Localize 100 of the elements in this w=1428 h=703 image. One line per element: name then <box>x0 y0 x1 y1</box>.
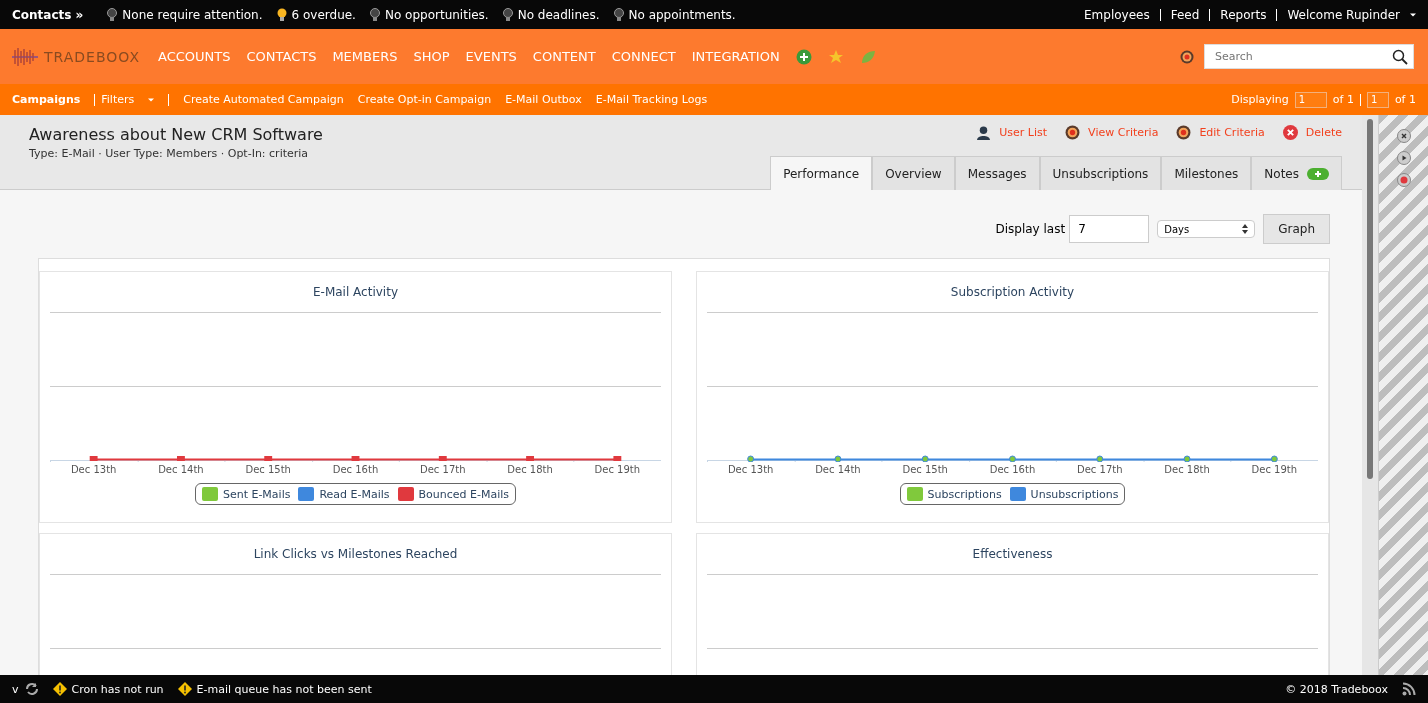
nav-link[interactable]: EVENTS <box>465 49 517 64</box>
scrollbar-thumb[interactable] <box>1367 119 1373 479</box>
legend-label: Subscriptions <box>927 487 1002 501</box>
subnav-link[interactable]: Filters <box>101 93 135 106</box>
axis-label: Dec 16th <box>331 464 380 475</box>
data-point <box>264 456 273 461</box>
status-text: E-mail queue has not been sent <box>196 682 372 696</box>
page-count: of 1 <box>1394 93 1416 106</box>
bulb-icon <box>107 7 118 22</box>
alert-text: No appointments. <box>628 7 736 22</box>
nav-link[interactable]: CONTACTS <box>246 49 317 64</box>
unit-select[interactable]: Days <box>1157 220 1256 238</box>
campaign-meta: Type: E-Mail · User Type: Members · Opt-In: criteria <box>29 147 310 160</box>
page-field[interactable]: 1 <box>1294 91 1327 108</box>
user-menu[interactable]: Welcome Rupinder <box>1287 7 1400 22</box>
bulb-icon <box>613 7 624 22</box>
top-link[interactable]: Feed <box>1170 7 1200 22</box>
bulb-icon <box>369 7 380 22</box>
data-point <box>351 456 360 461</box>
axis-label: Dec 18th <box>506 464 554 475</box>
nav-link[interactable]: SHOP <box>413 49 450 64</box>
target-icon[interactable] <box>1180 49 1194 64</box>
action-link[interactable]: User List <box>976 125 1048 140</box>
nav-link[interactable]: ACCOUNTS <box>158 49 231 64</box>
add-icon[interactable] <box>795 48 812 65</box>
logo-text: TRADEBOOX <box>44 48 140 65</box>
campaign-title: Awareness about New CRM Software <box>29 125 324 144</box>
subnav-link[interactable]: Create Automated Campaign <box>183 93 344 106</box>
target-icon <box>1065 125 1081 140</box>
alert-text: No deadlines. <box>517 7 600 22</box>
nav-link[interactable]: INTEGRATION <box>691 49 780 64</box>
nav-link[interactable]: CONTENT <box>532 49 596 64</box>
alert-text: None require attention. <box>122 7 263 22</box>
play-icon[interactable] <box>1396 151 1411 165</box>
axis-label: Dec 14th <box>157 464 205 475</box>
search-field[interactable]: Search <box>1204 44 1414 69</box>
data-point <box>834 455 842 462</box>
axis-label: Dec 13th <box>69 464 118 475</box>
data-point <box>1270 455 1278 462</box>
display-last-label: Display last <box>995 222 1066 236</box>
bulb-icon <box>276 7 287 22</box>
chart-title: Subscription Activity <box>949 284 1076 301</box>
data-point <box>613 456 622 461</box>
legend-label: Sent E-Mails <box>222 487 291 501</box>
add-icon <box>1307 168 1329 180</box>
data-point <box>921 455 929 462</box>
subnav-link[interactable]: Campaigns <box>12 93 81 106</box>
data-point <box>89 456 98 461</box>
tab[interactable]: Notes <box>1251 156 1342 190</box>
tab[interactable]: Unsubscriptions <box>1039 156 1162 190</box>
subnav-link[interactable]: E-Mail Tracking Logs <box>595 93 708 106</box>
page-field[interactable]: 1 <box>1366 91 1389 108</box>
tab[interactable]: Milestones <box>1161 156 1252 190</box>
page-count: of 1 <box>1332 93 1354 106</box>
user-icon <box>976 125 992 140</box>
axis-label: Dec 19th <box>1250 464 1299 475</box>
chart-title: Link Clicks vs Milestones Reached <box>252 546 459 563</box>
axis-label: Dec 15th <box>244 464 292 475</box>
rss-icon[interactable] <box>1402 682 1416 696</box>
version-label: v <box>12 682 19 696</box>
copyright-text: © 2018 Tradeboox <box>1285 682 1388 696</box>
axis-label: Dec 17th <box>1076 464 1124 475</box>
bulb-icon <box>502 7 513 22</box>
tab[interactable]: Performance <box>770 156 873 190</box>
target-icon <box>1176 125 1192 140</box>
axis-label: Dec 13th <box>726 464 775 475</box>
days-field[interactable]: 7 <box>1069 215 1150 243</box>
tab[interactable]: Messages <box>954 156 1040 190</box>
legend-label: Unsubscriptions <box>1030 487 1119 501</box>
data-point <box>1096 455 1104 462</box>
displaying-label: Displaying <box>1231 93 1289 106</box>
nav-link[interactable]: CONNECT <box>611 49 676 64</box>
nav-link[interactable]: MEMBERS <box>332 49 398 64</box>
axis-label: Dec 17th <box>419 464 467 475</box>
top-link[interactable]: Reports <box>1220 7 1267 22</box>
record-icon[interactable] <box>1396 173 1411 187</box>
data-point <box>526 456 534 461</box>
top-link[interactable]: Employees <box>1084 7 1150 22</box>
contacts-link[interactable]: Contacts » <box>12 7 84 22</box>
axis-label: Dec 16th <box>988 464 1037 475</box>
warning-icon <box>177 682 192 696</box>
data-point <box>438 456 447 461</box>
alert-text: 6 overdue. <box>291 7 356 22</box>
action-link[interactable]: Delete <box>1282 125 1342 140</box>
search-icon[interactable] <box>1392 49 1408 65</box>
tab[interactable]: Overview <box>872 156 955 190</box>
status-text: Cron has not run <box>71 682 164 696</box>
scrollbar[interactable] <box>1362 115 1378 675</box>
graph-button[interactable]: Graph <box>1263 214 1330 244</box>
axis-label: Dec 19th <box>593 464 642 475</box>
subnav-link[interactable]: Create Opt-in Campaign <box>357 93 492 106</box>
action-link[interactable]: Edit Criteria <box>1176 125 1265 140</box>
close-icon[interactable] <box>1396 129 1411 143</box>
legend-label: Read E-Mails <box>319 487 390 501</box>
action-link[interactable]: View Criteria <box>1065 125 1159 140</box>
chart-title: E-Mail Activity <box>312 284 399 301</box>
refresh-icon[interactable] <box>24 682 39 696</box>
data-point <box>177 456 185 461</box>
star-icon[interactable] <box>827 48 844 65</box>
subnav-link[interactable]: E-Mail Outbox <box>505 93 582 106</box>
